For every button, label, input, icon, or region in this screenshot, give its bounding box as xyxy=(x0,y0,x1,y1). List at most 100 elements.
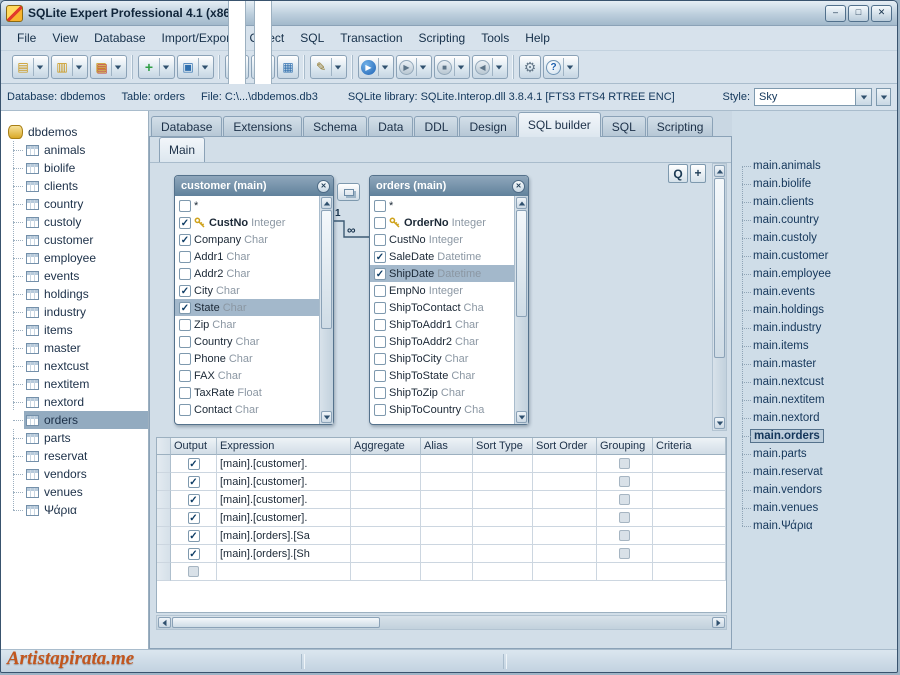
output-cell[interactable]: ✓ xyxy=(171,545,217,563)
field-checkbox[interactable] xyxy=(179,268,191,280)
field-checkbox[interactable] xyxy=(374,404,386,416)
query-table-main-biolife[interactable]: main.biolife xyxy=(732,175,897,193)
table-window-customer[interactable]: customer (main) ✕ *✓CustNoInteger✓Compan… xyxy=(174,175,334,425)
column-header-alias[interactable]: Alias xyxy=(421,438,473,455)
scroll-track[interactable] xyxy=(714,177,725,417)
tab-database[interactable]: Database xyxy=(151,116,222,137)
column-header-sort-order[interactable]: Sort Order xyxy=(533,438,597,455)
scroll-track[interactable] xyxy=(516,209,527,411)
field-checkbox[interactable] xyxy=(374,336,386,348)
field-checkbox[interactable] xyxy=(374,200,386,212)
table-window-orders-header[interactable]: orders (main) ✕ xyxy=(370,176,528,196)
close-database-button[interactable]: ▤ xyxy=(90,55,127,79)
empty-cell[interactable] xyxy=(351,509,421,527)
expression-cell[interactable]: [main].[customer]. xyxy=(217,491,351,509)
field-row-star[interactable]: * xyxy=(175,197,319,214)
query-table-main-industry[interactable]: main.industry xyxy=(732,319,897,337)
field-checkbox[interactable] xyxy=(374,353,386,365)
expression-cell[interactable]: [main].[customer]. xyxy=(217,455,351,473)
output-checkbox[interactable]: ✓ xyxy=(188,458,200,470)
column-header-grouping[interactable]: Grouping xyxy=(597,438,653,455)
empty-cell[interactable] xyxy=(533,491,597,509)
style-dropdown-icon[interactable] xyxy=(855,89,871,105)
scroll-up-icon[interactable] xyxy=(516,197,527,209)
minimize-button[interactable]: – xyxy=(825,5,846,22)
dropdown-arrow-icon[interactable] xyxy=(454,58,467,76)
empty-cell[interactable] xyxy=(351,545,421,563)
empty-cell[interactable] xyxy=(421,473,473,491)
scroll-down-icon[interactable] xyxy=(321,411,332,423)
tree-item-custoly[interactable]: custoly xyxy=(1,213,148,231)
tree-item-employee[interactable]: employee xyxy=(1,249,148,267)
field-row-shiptoaddr2[interactable]: ShipToAddr2Char xyxy=(370,333,514,350)
field-checkbox[interactable]: ✓ xyxy=(374,268,386,280)
new-row-checkbox[interactable] xyxy=(188,566,199,577)
query-table-main-nextcust[interactable]: main.nextcust xyxy=(732,373,897,391)
tree-item-nextord[interactable]: nextord xyxy=(1,393,148,411)
empty-cell[interactable] xyxy=(421,455,473,473)
tree-item-orders[interactable]: orders xyxy=(1,411,148,429)
tab-data[interactable]: Data xyxy=(368,116,413,137)
new-database-button[interactable]: ▤ xyxy=(12,55,49,79)
tree-item-nextitem[interactable]: nextitem xyxy=(1,375,148,393)
menu-help[interactable]: Help xyxy=(517,28,558,48)
field-row-country[interactable]: CountryChar xyxy=(175,333,319,350)
column-header-expression[interactable]: Expression xyxy=(217,438,351,455)
design-table-button[interactable]: ▦ xyxy=(251,55,275,79)
scroll-left-icon[interactable] xyxy=(158,617,171,628)
style-combobox[interactable]: Sky xyxy=(754,88,872,106)
empty-cell[interactable] xyxy=(653,563,726,581)
output-checkbox[interactable]: ✓ xyxy=(188,512,200,524)
output-checkbox[interactable]: ✓ xyxy=(188,548,200,560)
output-checkbox[interactable]: ✓ xyxy=(188,476,200,488)
field-checkbox[interactable]: ✓ xyxy=(374,251,386,263)
field-row-state[interactable]: ✓StateChar xyxy=(175,299,319,316)
field-row-shiptocity[interactable]: ShipToCityChar xyxy=(370,350,514,367)
grouping-checkbox[interactable] xyxy=(619,476,630,487)
scroll-thumb[interactable] xyxy=(172,617,380,628)
grid-row-4[interactable]: ✓[main].[customer]. xyxy=(157,509,726,527)
tree-item-country[interactable]: country xyxy=(1,195,148,213)
field-row-custno[interactable]: CustNoInteger xyxy=(370,231,514,248)
undo-transaction-button[interactable]: ◀ xyxy=(472,55,508,79)
tree-item-vendors[interactable]: vendors xyxy=(1,465,148,483)
tab-schema[interactable]: Schema xyxy=(303,116,367,137)
field-row-shiptozip[interactable]: ShipToZipChar xyxy=(370,384,514,401)
query-search-button[interactable]: Q xyxy=(668,164,688,183)
query-table-main-clients[interactable]: main.clients xyxy=(732,193,897,211)
field-row-zip[interactable]: ZipChar xyxy=(175,316,319,333)
grouping-checkbox[interactable] xyxy=(619,530,630,541)
output-checkbox[interactable]: ✓ xyxy=(188,494,200,506)
field-row-shiptostate[interactable]: ShipToStateChar xyxy=(370,367,514,384)
tree-item-events[interactable]: events xyxy=(1,267,148,285)
grouping-checkbox[interactable] xyxy=(619,512,630,523)
add-table-button[interactable]: + xyxy=(690,164,706,183)
empty-cell[interactable] xyxy=(533,527,597,545)
scroll-track[interactable] xyxy=(171,617,712,628)
empty-cell[interactable] xyxy=(421,563,473,581)
menu-transaction[interactable]: Transaction xyxy=(332,28,410,48)
dropdown-arrow-icon[interactable] xyxy=(72,58,85,76)
field-row-taxrate[interactable]: TaxRateFloat xyxy=(175,384,319,401)
empty-cell[interactable] xyxy=(351,455,421,473)
field-row-orderno[interactable]: OrderNoInteger xyxy=(370,214,514,231)
empty-cell[interactable] xyxy=(473,527,533,545)
options-button[interactable]: ⚙ xyxy=(519,55,541,79)
field-checkbox[interactable] xyxy=(374,217,386,229)
reindex-table-button[interactable]: ▦ xyxy=(277,55,299,79)
row-selector[interactable] xyxy=(157,563,171,581)
tab-main[interactable]: Main xyxy=(159,137,205,162)
tree-item-industry[interactable]: industry xyxy=(1,303,148,321)
criteria-cell[interactable] xyxy=(653,455,726,473)
query-table-main-vendors[interactable]: main.vendors xyxy=(732,481,897,499)
dropdown-arrow-icon[interactable] xyxy=(416,58,429,76)
query-table-main-reservat[interactable]: main.reservat xyxy=(732,463,897,481)
empty-cell[interactable] xyxy=(351,563,421,581)
field-checkbox[interactable] xyxy=(374,234,386,246)
output-cell[interactable] xyxy=(171,563,217,581)
field-row-shiptocontact[interactable]: ShipToContactCha xyxy=(370,299,514,316)
tab-ddl[interactable]: DDL xyxy=(414,116,458,137)
close-icon[interactable]: ✕ xyxy=(512,180,525,193)
grouping-cell[interactable] xyxy=(597,527,653,545)
field-row-star[interactable]: * xyxy=(370,197,514,214)
